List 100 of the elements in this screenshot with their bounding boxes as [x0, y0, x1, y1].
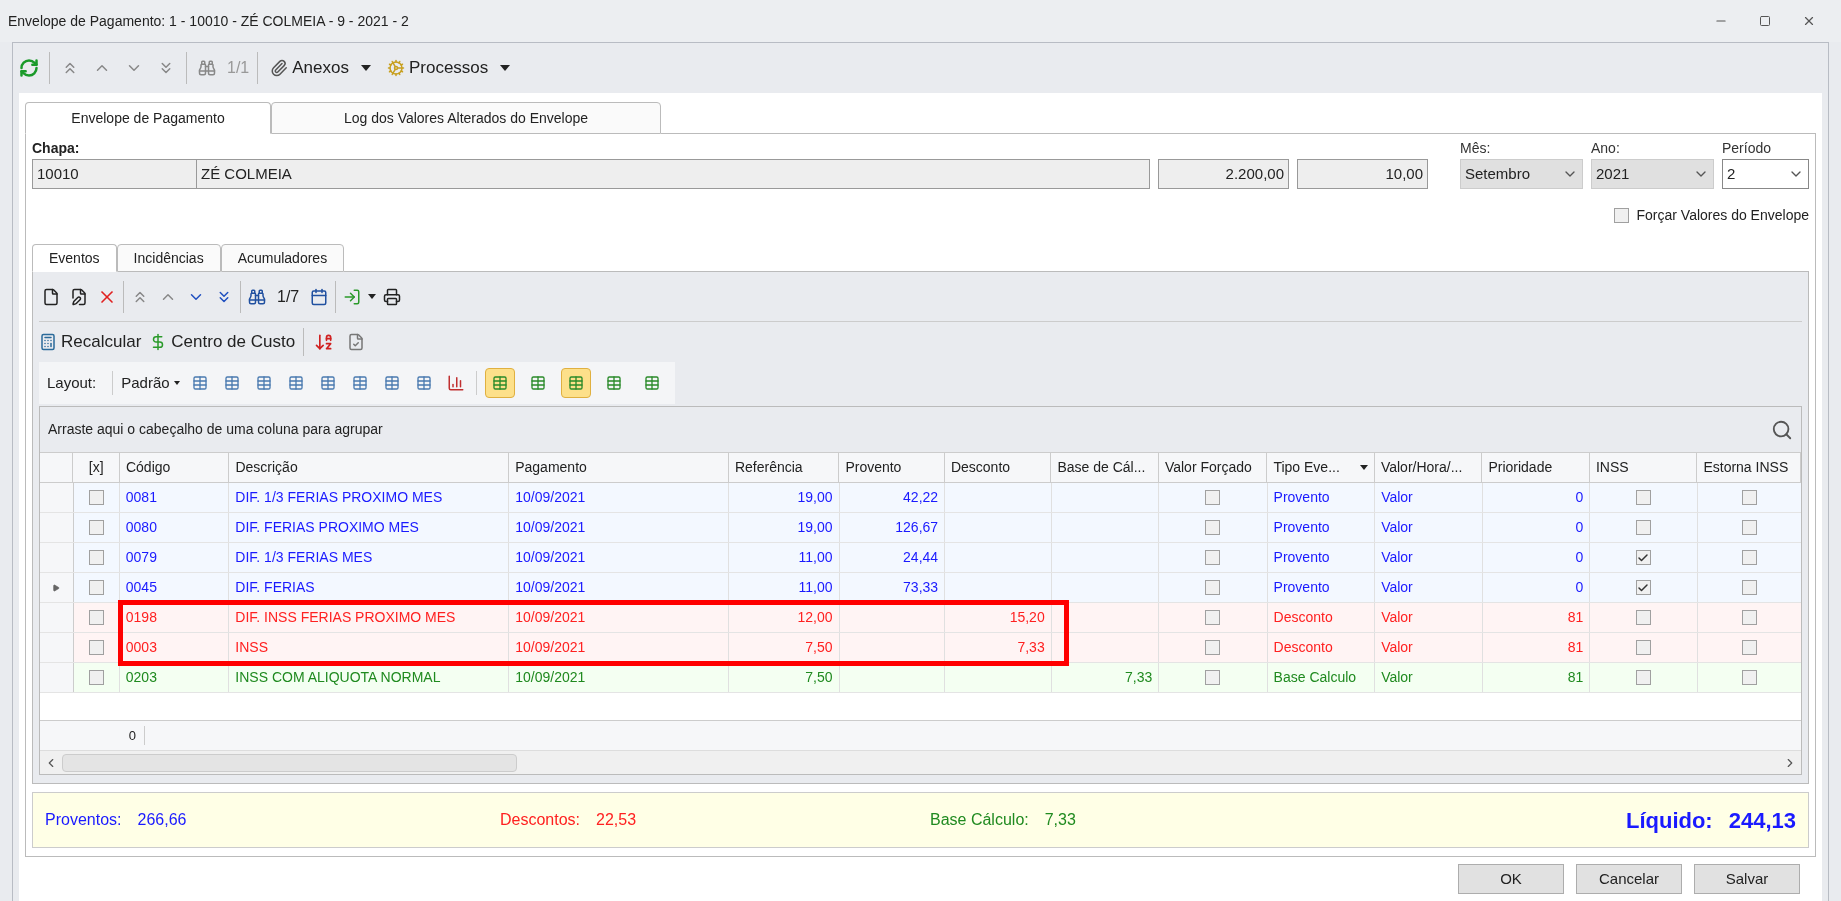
checkbox[interactable] [1635, 550, 1651, 565]
checkbox[interactable] [88, 670, 104, 685]
table-cell: Desconto [1267, 633, 1376, 662]
checkbox[interactable] [1741, 610, 1757, 625]
dialog-button[interactable]: Cancelar [1576, 864, 1682, 894]
view-toggle-button[interactable] [560, 368, 591, 398]
column-header[interactable]: Pagamento [509, 453, 729, 482]
checkbox[interactable] [88, 550, 104, 565]
table-cell: DIF. FERIAS [229, 573, 510, 602]
record-counter: 1/1 [227, 58, 250, 78]
checkbox[interactable] [88, 640, 104, 655]
checkbox[interactable] [1635, 490, 1651, 505]
table-cell: 15,20 [945, 603, 1052, 632]
tab[interactable]: Incidências [116, 244, 221, 272]
window-title: Envelope de Pagamento: 1 - 10010 - ZÉ COLMEIA - 9 - 2021 - 2 [8, 11, 409, 31]
dialog-button[interactable]: OK [1458, 864, 1564, 894]
checkbox[interactable] [1205, 670, 1221, 685]
column-header[interactable]: INSS [1589, 453, 1698, 482]
table-row[interactable]: 0079 DIF. 1/3 FERIAS MES 10/09/2021 11,00 24,44 Provento Valor 0 [40, 543, 1801, 573]
column-header[interactable]: Tipo Eve... [1267, 453, 1375, 482]
name-field[interactable]: ZÉ COLMEIA [197, 159, 1150, 189]
checkbox[interactable] [88, 490, 104, 505]
checkbox[interactable] [1741, 520, 1757, 535]
checkbox[interactable] [88, 520, 104, 535]
table-cell: 10/09/2021 [509, 543, 730, 572]
table-cell: 0198 [119, 603, 230, 632]
table-row[interactable]: 0045 DIF. FERIAS 10/09/2021 11,00 73,33 Provento Valor 0 [40, 573, 1801, 603]
field-label: Ano: [1591, 139, 1621, 158]
table-cell: Base Calculo [1267, 663, 1376, 692]
checkbox[interactable] [1635, 520, 1651, 535]
salary-field[interactable]: 2.200,00 [1158, 159, 1289, 189]
scrollbar-thumb[interactable] [62, 753, 517, 772]
column-header[interactable]: Base de Cál... [1051, 453, 1159, 482]
table-cell: 81 [1482, 633, 1591, 662]
tab[interactable]: Log dos Valores Alterados do Envelope [271, 102, 661, 134]
layout-label: Layout: [46, 372, 98, 393]
table-row[interactable]: 0203 INSS COM ALIQUOTA NORMAL 10/09/2021 7,50 7,33 Base Calculo Valor 81 [40, 663, 1801, 693]
checkbox[interactable] [1741, 550, 1757, 565]
checkbox[interactable] [1741, 670, 1757, 685]
checkbox[interactable] [88, 580, 104, 595]
toolbar-button[interactable]: Centro de Custo [149, 329, 296, 355]
table-row[interactable]: 0080 DIF. FERIAS PROXIMO MES 10/09/2021 19,00 126,67 Provento Valor 0 [40, 513, 1801, 543]
checkbox[interactable] [1205, 580, 1221, 595]
table-cell: 10/09/2021 [509, 663, 730, 692]
table-cell: 42,22 [839, 483, 946, 512]
view-toggle-button[interactable] [484, 368, 515, 398]
checkbox[interactable] [1205, 610, 1221, 625]
refresh-icon[interactable] [17, 56, 41, 80]
checkbox[interactable] [88, 610, 104, 625]
total-value: 22,53 [596, 810, 637, 830]
checkbox[interactable] [1205, 520, 1221, 535]
checkbox[interactable] [1635, 580, 1651, 595]
column-header[interactable]: Desconto [944, 453, 1052, 482]
table-cell: 0 [1482, 483, 1591, 512]
table-cell: Provento [1267, 513, 1376, 542]
column-header[interactable]: [x] [73, 453, 120, 482]
checkbox[interactable] [1205, 550, 1221, 565]
table-cell: DIF. 1/3 FERIAS MES [229, 543, 510, 572]
paperclip-icon [270, 59, 289, 77]
chapa-field[interactable]: 10010 [32, 159, 197, 189]
field-label: Mês: [1460, 139, 1492, 158]
checkbox[interactable] [1635, 670, 1651, 685]
table-cell: 81 [1482, 663, 1591, 692]
tab[interactable]: Envelope de Pagamento [25, 102, 271, 134]
dropdown[interactable]: 2 [1722, 159, 1809, 189]
checkbox[interactable] [1613, 208, 1629, 223]
layout-preset-dropdown[interactable]: Padrão [121, 371, 180, 395]
column-header[interactable]: Prioridade [1482, 453, 1590, 482]
column-header[interactable]: Referência [728, 453, 840, 482]
dialog-button[interactable]: Salvar [1694, 864, 1800, 894]
table-cell: 81 [1482, 603, 1591, 632]
toolbar-menu-button[interactable]: Anexos [266, 55, 375, 81]
table-cell: Valor [1375, 513, 1483, 542]
table-row[interactable]: 0081 DIF. 1/3 FERIAS PROXIMO MES 10/09/2021 19,00 42,22 Provento Valor 0 [40, 483, 1801, 513]
field-label: Chapa: [32, 139, 81, 158]
grid-view-icon [491, 375, 508, 391]
table-row[interactable]: 0198 DIF. INSS FERIAS PROXIMO MES 10/09/2021 12,00 15,20 Desconto Valor 81 [40, 603, 1801, 633]
checkbox[interactable] [1741, 640, 1757, 655]
tab[interactable]: Acumuladores [220, 244, 345, 272]
checkbox[interactable] [1741, 580, 1757, 595]
table-cell: 0003 [119, 633, 230, 662]
toolbar-button[interactable]: Recalcular [39, 329, 142, 355]
toolbar-menu-button[interactable]: Processos [382, 55, 515, 81]
tab[interactable]: Eventos [32, 244, 117, 272]
column-header[interactable]: Valor/Hora/... [1374, 453, 1483, 482]
total-value: 7,33 [1044, 810, 1076, 830]
checkbox[interactable] [1741, 490, 1757, 505]
checkbox[interactable] [1205, 640, 1221, 655]
column-header[interactable]: Valor Forçado [1158, 453, 1268, 482]
table-row[interactable]: 0003 INSS 10/09/2021 7,50 7,33 Desconto Valor 81 [40, 633, 1801, 663]
checkbox[interactable] [1205, 490, 1221, 505]
value-field[interactable]: 10,00 [1297, 159, 1428, 189]
checkbox[interactable] [1635, 640, 1651, 655]
column-header[interactable]: Código [119, 453, 230, 482]
checkbox[interactable] [1635, 610, 1651, 625]
table-cell: 0 [1482, 513, 1591, 542]
column-header[interactable]: Provento [839, 453, 945, 482]
column-header[interactable]: Descrição [229, 453, 510, 482]
table-cell: 11,00 [729, 543, 840, 572]
column-header[interactable]: Estorna INSS [1697, 453, 1801, 482]
